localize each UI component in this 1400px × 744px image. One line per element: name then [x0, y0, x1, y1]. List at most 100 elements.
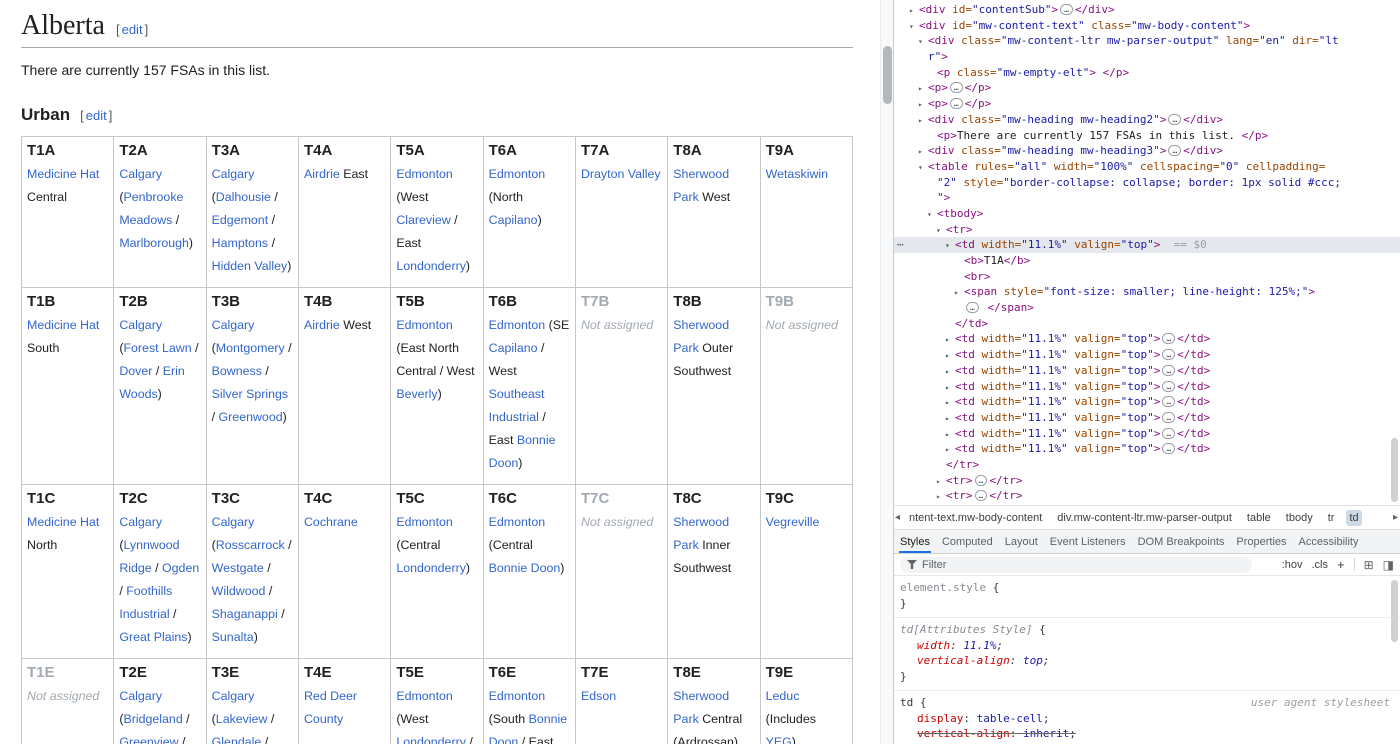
- wiki-link[interactable]: Montgomery: [216, 341, 285, 355]
- tree-node[interactable]: ▸ <td width="11.1%" valign="top">… </td>: [894, 363, 1400, 379]
- wiki-link[interactable]: Londonderry: [396, 259, 466, 273]
- wiki-link[interactable]: Westgate: [212, 561, 264, 575]
- tree-node[interactable]: ▸ <p>… </p>: [894, 80, 1400, 96]
- css-property[interactable]: display: table-cell;: [900, 711, 1396, 727]
- tab-dom-breakpoints[interactable]: DOM Breakpoints: [1132, 530, 1231, 553]
- wiki-link[interactable]: Forest Lawn: [123, 341, 191, 355]
- wiki-link[interactable]: Clareview: [396, 213, 450, 227]
- wiki-link[interactable]: Silver Springs: [212, 387, 288, 401]
- wiki-link[interactable]: Red Deer County: [304, 689, 357, 726]
- breadcrumb-item[interactable]: table: [1244, 510, 1274, 526]
- tree-node[interactable]: ▾ <div id="mw-content-text" class="mw-bod…: [894, 18, 1400, 34]
- page-scrollbar-thumb[interactable]: [883, 46, 892, 104]
- tree-node[interactable]: ▾ <tbody>: [894, 206, 1400, 222]
- wiki-link[interactable]: Cochrane: [304, 515, 358, 529]
- tree-node-selected[interactable]: ⋯ ▾ <td width="11.1%" valign="top"> == $0: [894, 237, 1400, 253]
- expand-arrow-icon[interactable]: ▸: [918, 97, 928, 113]
- collapsed-content-button[interactable]: …: [1162, 349, 1176, 361]
- expand-arrow-icon[interactable]: ▸: [945, 380, 955, 396]
- collapsed-content-button[interactable]: …: [966, 302, 979, 314]
- wiki-link[interactable]: Wetaskiwin: [766, 167, 828, 181]
- wiki-link[interactable]: Calgary: [212, 515, 255, 529]
- wiki-link[interactable]: Calgary: [212, 167, 255, 181]
- collapsed-content-button[interactable]: …: [974, 490, 988, 502]
- wiki-link[interactable]: Marlborough: [119, 236, 189, 250]
- wiki-link[interactable]: Edmonton: [489, 167, 545, 181]
- expand-arrow-icon[interactable]: ▸: [909, 3, 919, 19]
- toggle-classes-button[interactable]: .cls: [1312, 559, 1329, 571]
- expand-arrow-icon[interactable]: ▸: [945, 411, 955, 427]
- collapsed-content-button[interactable]: …: [949, 98, 963, 110]
- wiki-link[interactable]: Lakeview: [216, 712, 268, 726]
- section-edit-link[interactable]: edit: [86, 108, 107, 123]
- tree-node[interactable]: ">: [894, 190, 1400, 206]
- wiki-link[interactable]: Dalhousie: [216, 190, 271, 204]
- tree-node[interactable]: ▾ <div class="mw-content-ltr mw-parser-ou…: [894, 33, 1400, 49]
- collapsed-content-button[interactable]: …: [949, 82, 963, 94]
- breadcrumb-item[interactable]: tr: [1325, 510, 1338, 526]
- collapse-arrow-icon[interactable]: ▾: [918, 34, 928, 50]
- tree-node[interactable]: ▸ <td width="11.1%" valign="top">… </td>: [894, 379, 1400, 395]
- elements-tree-scrollbar[interactable]: [1391, 0, 1399, 505]
- wiki-link[interactable]: Wildwood: [212, 584, 266, 598]
- wiki-link[interactable]: Vegreville: [766, 515, 820, 529]
- wiki-link[interactable]: Edmonton: [396, 515, 452, 529]
- wiki-link[interactable]: Leduc: [766, 689, 800, 703]
- breadcrumb-item[interactable]: tbody: [1283, 510, 1316, 526]
- page-scrollbar[interactable]: [880, 0, 893, 744]
- tree-node[interactable]: ▸ <td width="11.1%" valign="top">… </td>: [894, 331, 1400, 347]
- wiki-link[interactable]: Londonderry: [396, 735, 466, 744]
- tree-node[interactable]: ▸ <span style="font-size: smaller; line-h…: [894, 284, 1400, 300]
- wiki-link[interactable]: Great Plains: [119, 630, 187, 644]
- wiki-link[interactable]: Edmonton: [489, 689, 545, 703]
- wiki-link[interactable]: Edmonton: [396, 689, 452, 703]
- computed-sidebar-icon[interactable]: ◨: [1383, 558, 1394, 572]
- wiki-link[interactable]: Airdrie: [304, 167, 340, 181]
- wiki-link[interactable]: Calgary: [119, 167, 162, 181]
- collapsed-content-button[interactable]: …: [1162, 411, 1176, 423]
- tree-node[interactable]: ▸ <div class="mw-heading mw-heading3">… </…: [894, 143, 1400, 159]
- breadcrumb-item[interactable]: td: [1346, 509, 1362, 526]
- tab-computed[interactable]: Computed: [936, 530, 999, 553]
- wiki-link[interactable]: Bowness: [212, 364, 262, 378]
- collapse-arrow-icon[interactable]: ▾: [927, 207, 937, 223]
- expand-arrow-icon[interactable]: ▸: [918, 113, 928, 129]
- expand-arrow-icon[interactable]: ▸: [954, 285, 964, 301]
- expand-arrow-icon[interactable]: ▸: [936, 474, 946, 490]
- wiki-link[interactable]: Bonnie Doon: [489, 561, 561, 575]
- wiki-link[interactable]: Airdrie: [304, 318, 340, 332]
- collapsed-content-button[interactable]: …: [1162, 443, 1176, 455]
- collapse-arrow-icon[interactable]: ▾: [909, 19, 919, 35]
- collapsed-content-button[interactable]: …: [1162, 396, 1176, 408]
- rule-selector[interactable]: td: [900, 696, 913, 709]
- tree-node[interactable]: ▸ <td width="11.1%" valign="top">… </td>: [894, 347, 1400, 363]
- tree-node[interactable]: <p>There are currently 157 FSAs in this …: [894, 128, 1400, 144]
- collapsed-content-button[interactable]: …: [1162, 427, 1176, 439]
- collapsed-content-button[interactable]: …: [1168, 145, 1182, 157]
- wiki-link[interactable]: Foothills Industrial: [119, 584, 172, 621]
- wiki-link[interactable]: Dover: [119, 364, 152, 378]
- expand-arrow-icon[interactable]: ▸: [945, 427, 955, 443]
- more-actions-icon[interactable]: ⋯: [897, 237, 904, 253]
- tree-node[interactable]: ▸ <p>… </p>: [894, 96, 1400, 112]
- tree-node[interactable]: ▾ <tr>: [894, 222, 1400, 238]
- wiki-link[interactable]: Calgary: [119, 689, 162, 703]
- expand-arrow-icon[interactable]: ▸: [945, 442, 955, 458]
- collapsed-content-button[interactable]: …: [1168, 113, 1182, 125]
- wiki-link[interactable]: Ogden: [162, 561, 199, 575]
- breadcrumb-scroll-right-icon[interactable]: ▸: [1393, 512, 1398, 523]
- expand-arrow-icon[interactable]: ▸: [918, 81, 928, 97]
- tab-properties[interactable]: Properties: [1230, 530, 1292, 553]
- styles-filter-input[interactable]: [922, 558, 1245, 571]
- wiki-link[interactable]: Edmonton: [396, 318, 452, 332]
- wiki-link[interactable]: Shaganappi: [212, 607, 278, 621]
- new-style-rule-button[interactable]: +: [1337, 557, 1345, 572]
- tree-node[interactable]: "2" style="border-collapse: collapse; bo…: [894, 175, 1400, 191]
- wiki-link[interactable]: Edgemont: [212, 213, 268, 227]
- collapse-arrow-icon[interactable]: ▾: [945, 238, 955, 254]
- tree-node[interactable]: r">: [894, 49, 1400, 65]
- tree-node[interactable]: … </span>: [894, 300, 1400, 316]
- tree-node[interactable]: ▸ <tr>… </tr>: [894, 473, 1400, 489]
- wiki-link[interactable]: Medicine Hat: [27, 515, 99, 529]
- wiki-link[interactable]: Londonderry: [396, 561, 466, 575]
